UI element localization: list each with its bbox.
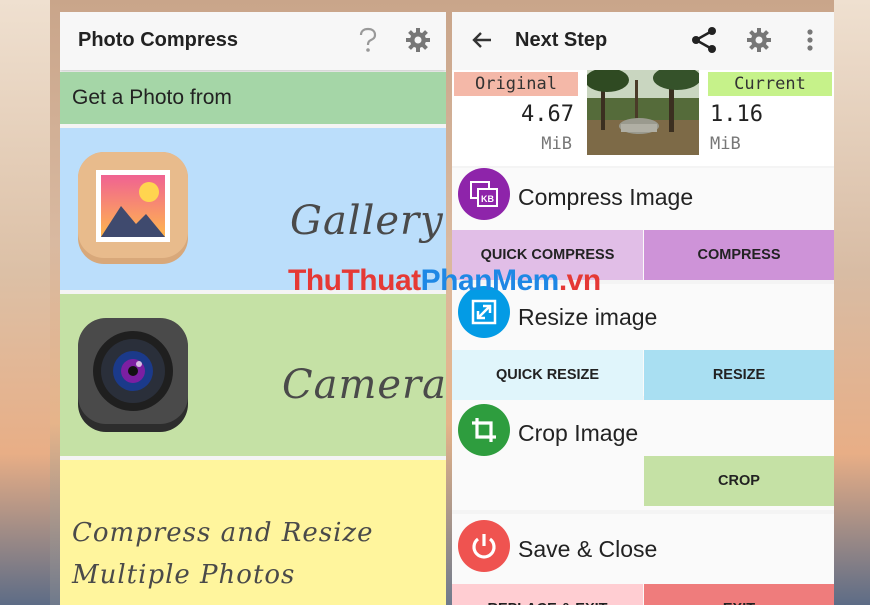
multi-photo-label: Compress and Resize Multiple Photos [72, 518, 374, 590]
save-close-section: Save & Close REPLACE & EXIT EXIT [452, 514, 834, 605]
background-strip-left [0, 0, 50, 605]
save-close-title: Save & Close [518, 536, 658, 562]
get-photo-header: Get a Photo from [60, 72, 446, 124]
gallery-label: Gallery [290, 198, 444, 244]
quick-resize-button[interactable]: QUICK RESIZE [452, 350, 643, 400]
crop-section: Crop Image CROP [452, 400, 834, 510]
camera-icon [76, 314, 190, 434]
current-size: Current 1.16 MiB [708, 72, 832, 162]
background-strip-right [834, 0, 870, 605]
current-value: 1.16 [710, 102, 763, 127]
crop-button[interactable]: CROP [644, 456, 834, 506]
current-label: Current [708, 72, 832, 96]
resize-button[interactable]: RESIZE [644, 350, 834, 400]
crop-icon [458, 404, 510, 456]
resize-title: Resize image [518, 304, 658, 330]
compress-title: Compress Image [518, 184, 694, 210]
photo-compress-screen: Photo Compress Get a Photo from Gallery [60, 12, 446, 605]
gear-icon[interactable] [745, 26, 773, 54]
resize-section: Resize image QUICK RESIZE RESIZE [452, 284, 834, 400]
watermark: ThuThuatPhanMem.vn [288, 264, 601, 298]
next-step-screen: Next Step Original 4.67 MiB Current 1.16… [452, 12, 834, 605]
get-photo-label: Get a Photo from [72, 86, 232, 109]
camera-tile[interactable]: Camera [60, 294, 446, 456]
app-title: Photo Compress [78, 29, 239, 51]
watermark-part-1: ThuThuat [288, 264, 421, 297]
app-bar: Photo Compress [60, 12, 446, 70]
watermark-part-2: PhanMem [420, 264, 560, 297]
original-size: Original 4.67 MiB [454, 72, 578, 162]
screen-title: Next Step [515, 29, 608, 51]
watermark-part-3: .vn [558, 264, 601, 297]
compress-kb-icon: KB [458, 168, 510, 220]
exit-button[interactable]: EXIT [644, 584, 834, 605]
multi-photo-tile[interactable]: Compress and Resize Multiple Photos [60, 460, 446, 605]
arrow-back-icon[interactable] [468, 26, 496, 54]
more-vert-icon[interactable] [796, 26, 824, 54]
gear-icon[interactable] [404, 26, 432, 54]
gallery-icon [76, 148, 190, 268]
camera-label: Camera [282, 362, 446, 408]
share-icon[interactable] [690, 26, 718, 54]
size-info-row: Original 4.67 MiB Current 1.16 MiB [452, 70, 834, 166]
power-icon [458, 520, 510, 572]
compress-button[interactable]: COMPRESS [644, 230, 834, 280]
svg-text:KB: KB [481, 194, 494, 204]
original-label: Original [454, 72, 578, 96]
photo-thumbnail [587, 70, 699, 155]
crop-title: Crop Image [518, 420, 639, 446]
current-unit: MiB [710, 134, 741, 154]
replace-exit-button[interactable]: REPLACE & EXIT [452, 584, 643, 605]
app-bar: Next Step [452, 12, 834, 70]
original-unit: MiB [541, 134, 572, 154]
help-icon[interactable] [354, 26, 382, 54]
original-value: 4.67 [521, 102, 574, 127]
